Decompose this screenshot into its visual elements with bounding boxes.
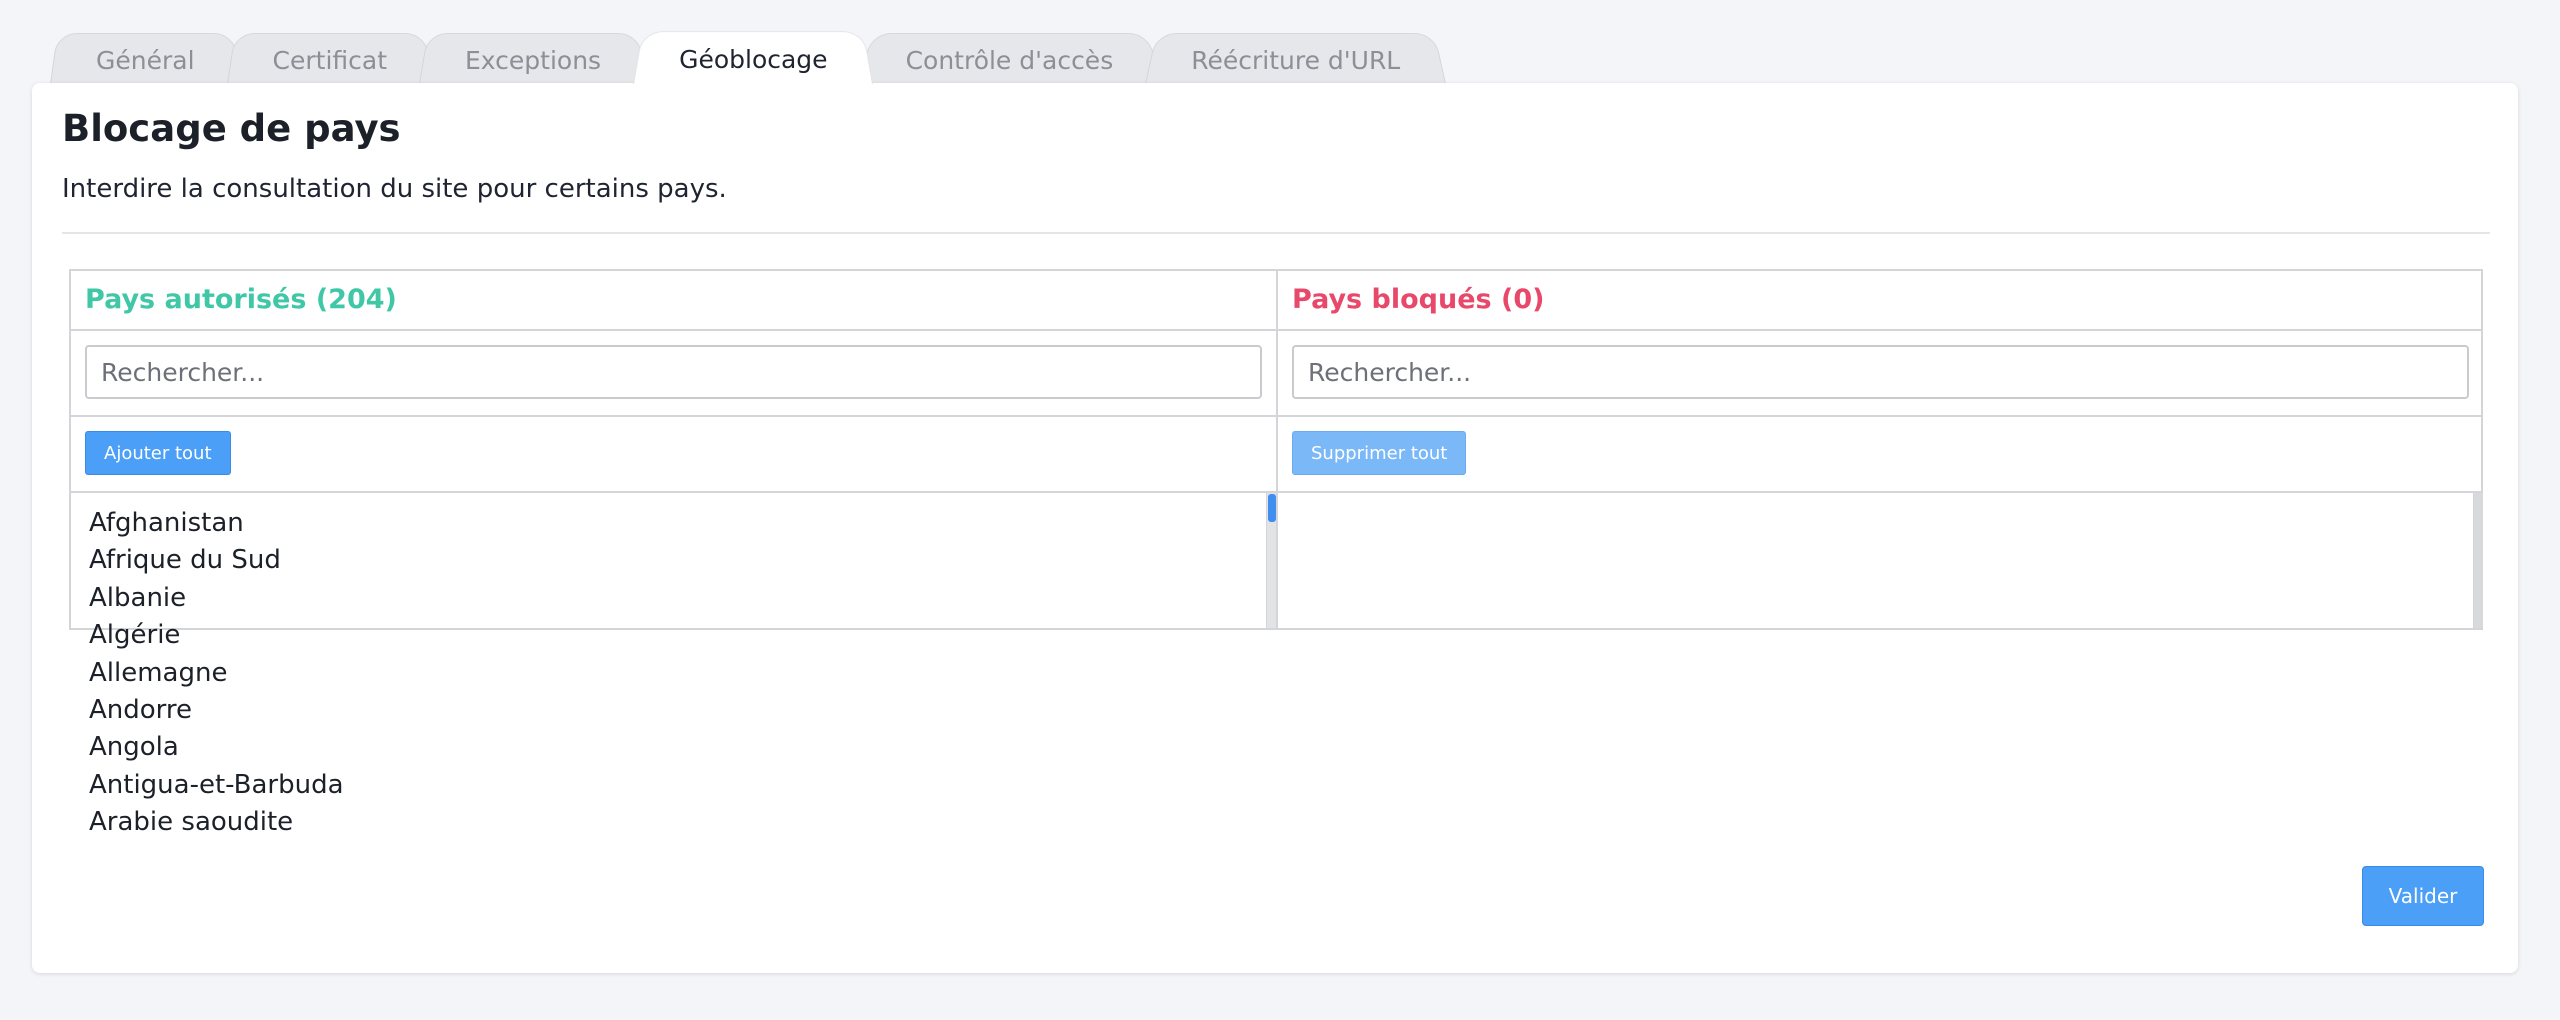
allowed-countries-title: Pays autorisés (204): [85, 284, 397, 315]
allowed-search-row: [71, 331, 1276, 417]
tab-general[interactable]: Général: [50, 28, 241, 84]
remove-all-button[interactable]: Supprimer tout: [1292, 431, 1467, 475]
allowed-list-items: Afghanistan Afrique du Sud Albanie Algér…: [89, 505, 1246, 842]
list-item[interactable]: Algérie: [89, 617, 1246, 654]
tab-label: Exceptions: [465, 45, 602, 75]
blocked-list-scrollbar[interactable]: [2473, 493, 2483, 628]
tab-exceptions[interactable]: Exceptions: [419, 28, 647, 84]
blocked-search-row: [1278, 331, 2483, 417]
allowed-actions-row: Ajouter tout: [71, 417, 1276, 493]
tab-certificat[interactable]: Certificat: [227, 28, 433, 84]
allowed-list-scrollbar[interactable]: [1266, 493, 1276, 628]
allowed-countries-column: Pays autorisés (204) Ajouter tout Afghan…: [71, 271, 1278, 837]
tab-label: Réécriture d'URL: [1191, 45, 1401, 75]
add-all-button[interactable]: Ajouter tout: [85, 431, 231, 475]
list-item[interactable]: Afghanistan: [89, 505, 1246, 542]
tab-label: Géoblocage: [679, 44, 828, 74]
section-title: Blocage de pays: [62, 107, 401, 150]
allowed-header: Pays autorisés (204): [71, 271, 1276, 331]
blocked-countries-list[interactable]: [1278, 493, 2483, 628]
country-dual-list: Pays autorisés (204) Ajouter tout Afghan…: [69, 269, 2483, 837]
geoblocking-panel: Blocage de pays Interdire la consultatio…: [32, 83, 2518, 973]
tab-label: Général: [96, 45, 195, 75]
list-item[interactable]: Albanie: [89, 580, 1246, 617]
validate-button[interactable]: Valider: [2362, 866, 2484, 926]
divider: [62, 232, 2490, 234]
list-item[interactable]: Allemagne: [89, 655, 1246, 692]
tab-geoblocage[interactable]: Géoblocage: [633, 26, 873, 84]
tab-controle-acces[interactable]: Contrôle d'accès: [860, 28, 1160, 84]
list-item[interactable]: Angola: [89, 729, 1246, 766]
list-item[interactable]: Arabie saoudite: [89, 804, 1246, 841]
tab-bar: Général Certificat Exceptions Géoblocage…: [50, 26, 1432, 84]
blocked-countries-column: Pays bloqués (0) Supprimer tout: [1278, 271, 2483, 628]
list-item[interactable]: Andorre: [89, 692, 1246, 729]
scrollbar-thumb[interactable]: [1268, 494, 1276, 522]
blocked-actions-row: Supprimer tout: [1278, 417, 2483, 493]
section-description: Interdire la consultation du site pour c…: [62, 174, 727, 204]
tab-label: Contrôle d'accès: [905, 45, 1114, 75]
list-item[interactable]: Antigua-et-Barbuda: [89, 767, 1246, 804]
blocked-header: Pays bloqués (0): [1278, 271, 2483, 331]
allowed-countries-list[interactable]: Afghanistan Afrique du Sud Albanie Algér…: [71, 493, 1276, 837]
blocked-search-input[interactable]: [1292, 345, 2469, 399]
list-item[interactable]: Afrique du Sud: [89, 542, 1246, 579]
allowed-search-input[interactable]: [85, 345, 1262, 399]
blocked-countries-title: Pays bloqués (0): [1292, 284, 1545, 315]
tab-reecriture-url[interactable]: Réécriture d'URL: [1145, 28, 1446, 84]
tab-label: Certificat: [272, 45, 388, 75]
